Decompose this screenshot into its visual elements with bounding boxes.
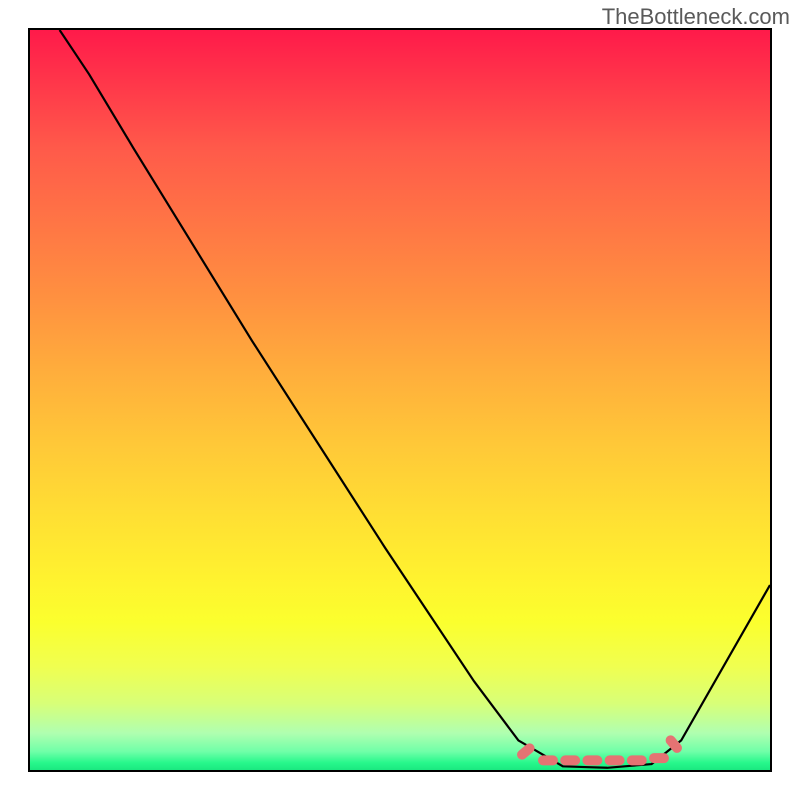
optimal-dash bbox=[627, 755, 647, 765]
optimal-dash bbox=[649, 753, 669, 763]
chart-area bbox=[28, 28, 772, 772]
optimal-range-dashes bbox=[515, 733, 684, 765]
optimal-dash bbox=[582, 755, 602, 765]
optimal-dash bbox=[605, 755, 625, 765]
optimal-dash bbox=[560, 755, 580, 765]
curve-overlay bbox=[30, 30, 770, 770]
optimal-dash bbox=[538, 755, 558, 765]
bottleneck-curve-line bbox=[60, 30, 770, 768]
watermark-text: TheBottleneck.com bbox=[602, 4, 790, 30]
